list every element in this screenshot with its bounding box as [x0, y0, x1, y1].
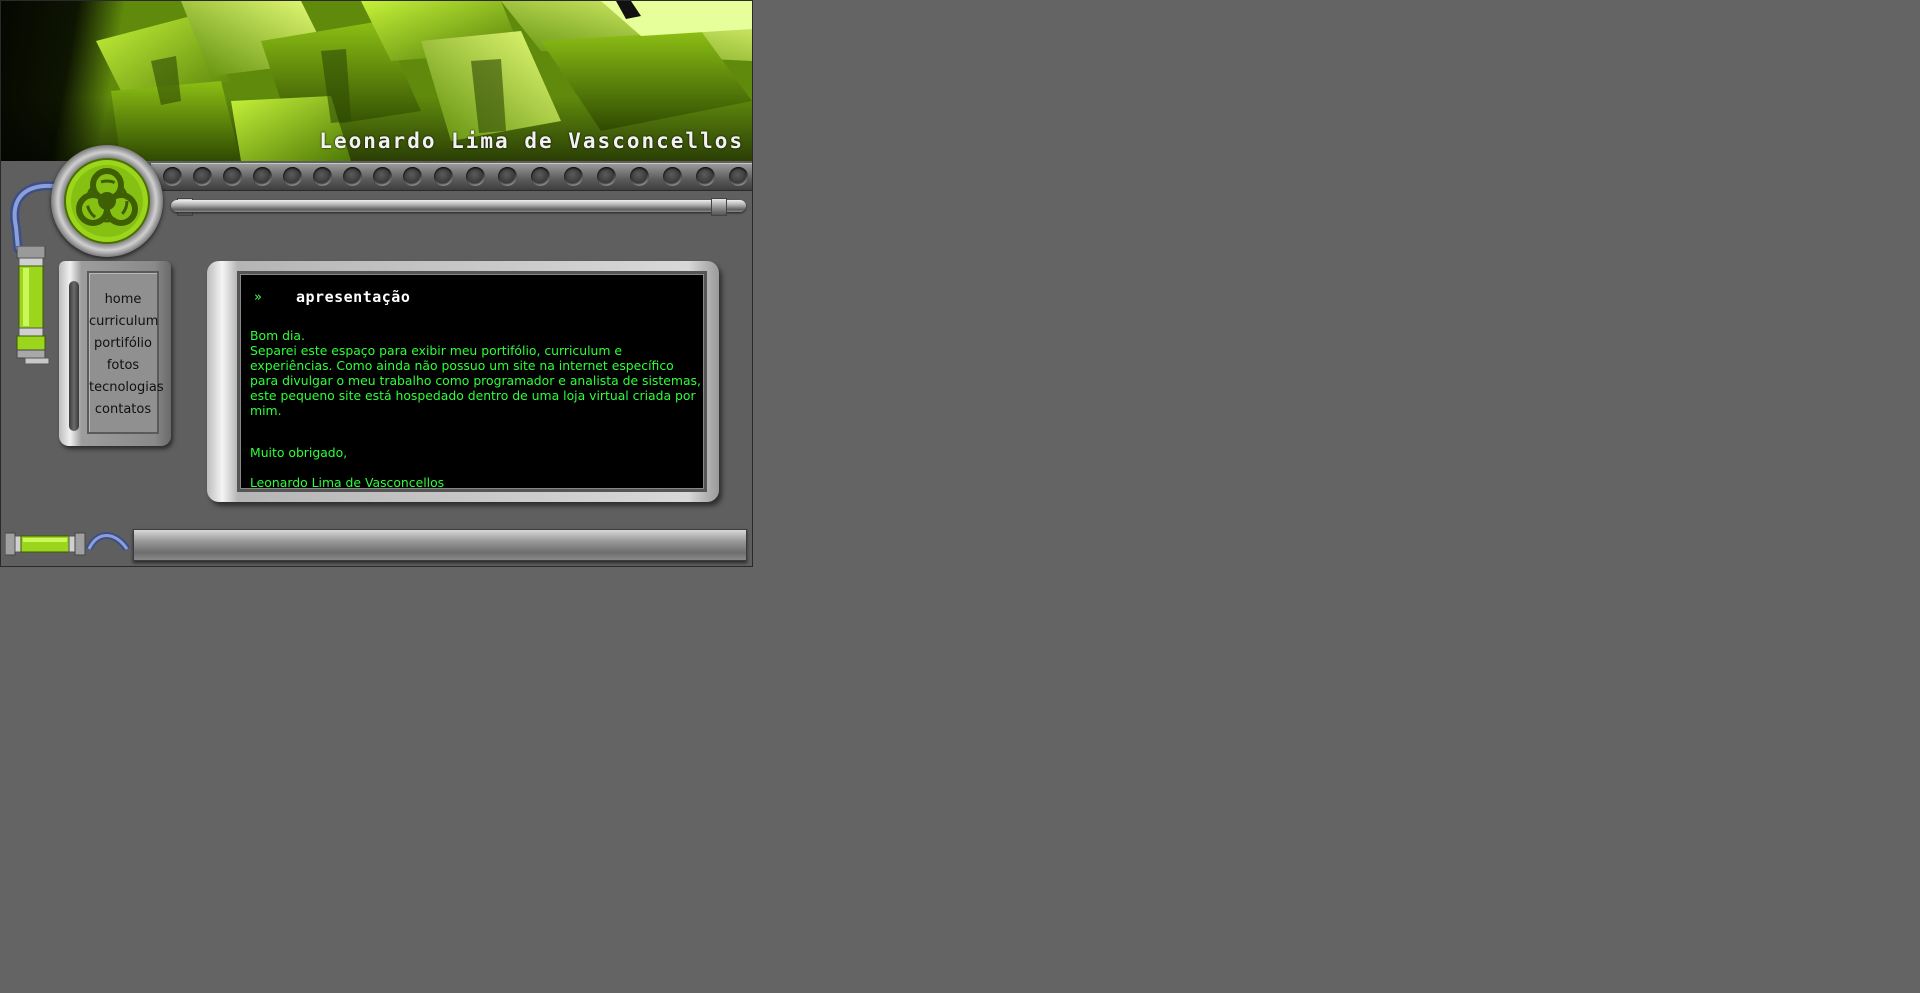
- rivet: [193, 167, 212, 186]
- thanks-text: Muito obrigado,: [250, 445, 348, 460]
- rivet: [564, 167, 583, 186]
- greeting-text: Bom dia.: [250, 328, 305, 343]
- rivet: [729, 167, 748, 186]
- rivet: [434, 167, 453, 186]
- site-container: Leonardo Lima de Vasconcellos home curri…: [0, 0, 753, 567]
- rivet: [696, 167, 715, 186]
- nav-item-home[interactable]: home: [89, 289, 157, 311]
- rivet-bar: [151, 163, 752, 191]
- nav-item-tecnologias[interactable]: tecnologias: [89, 377, 164, 399]
- signature-text: Leonardo Lima de Vasconcellos: [250, 475, 445, 490]
- nav-item-curriculum[interactable]: curriculum: [89, 311, 158, 333]
- bottom-tube-assembly: [5, 532, 130, 556]
- nav-item-portifolio[interactable]: portifólio: [89, 333, 157, 355]
- rivet: [223, 167, 242, 186]
- rivet: [163, 167, 182, 186]
- rivet: [343, 167, 362, 186]
- rivet: [253, 167, 272, 186]
- pipe-joint: [711, 198, 727, 216]
- intro-paragraph: Separei este espaço para exibir meu port…: [250, 343, 701, 418]
- green-liquid-tube: [16, 246, 50, 365]
- rivet: [313, 167, 332, 186]
- rivet: [597, 167, 616, 186]
- nav-item-contatos[interactable]: contatos: [89, 399, 157, 421]
- double-chevron-right-icon: »: [254, 290, 262, 305]
- rivet: [630, 167, 649, 186]
- rivet: [498, 167, 517, 186]
- section-header: » apresentação: [250, 288, 704, 314]
- biohazard-icon: [64, 158, 150, 244]
- nav-slot: [69, 281, 79, 431]
- main-nav: home curriculum portifólio fotos tecnolo…: [87, 271, 164, 434]
- site-title: Leonardo Lima de Vasconcellos: [319, 129, 744, 153]
- horizontal-pipe: [171, 200, 746, 212]
- nav-item-fotos[interactable]: fotos: [89, 355, 157, 377]
- rivet: [403, 167, 422, 186]
- rivet: [531, 167, 550, 186]
- rivet: [466, 167, 485, 186]
- bottom-pipe: [133, 529, 747, 561]
- rivet: [373, 167, 392, 186]
- header-banner: Leonardo Lima de Vasconcellos: [1, 1, 752, 161]
- rivet: [663, 167, 682, 186]
- section-title: apresentação: [296, 288, 411, 306]
- biohazard-badge: [51, 145, 163, 257]
- rivet: [283, 167, 302, 186]
- content-panel: » apresentação Bom dia. Separei este esp…: [237, 271, 707, 492]
